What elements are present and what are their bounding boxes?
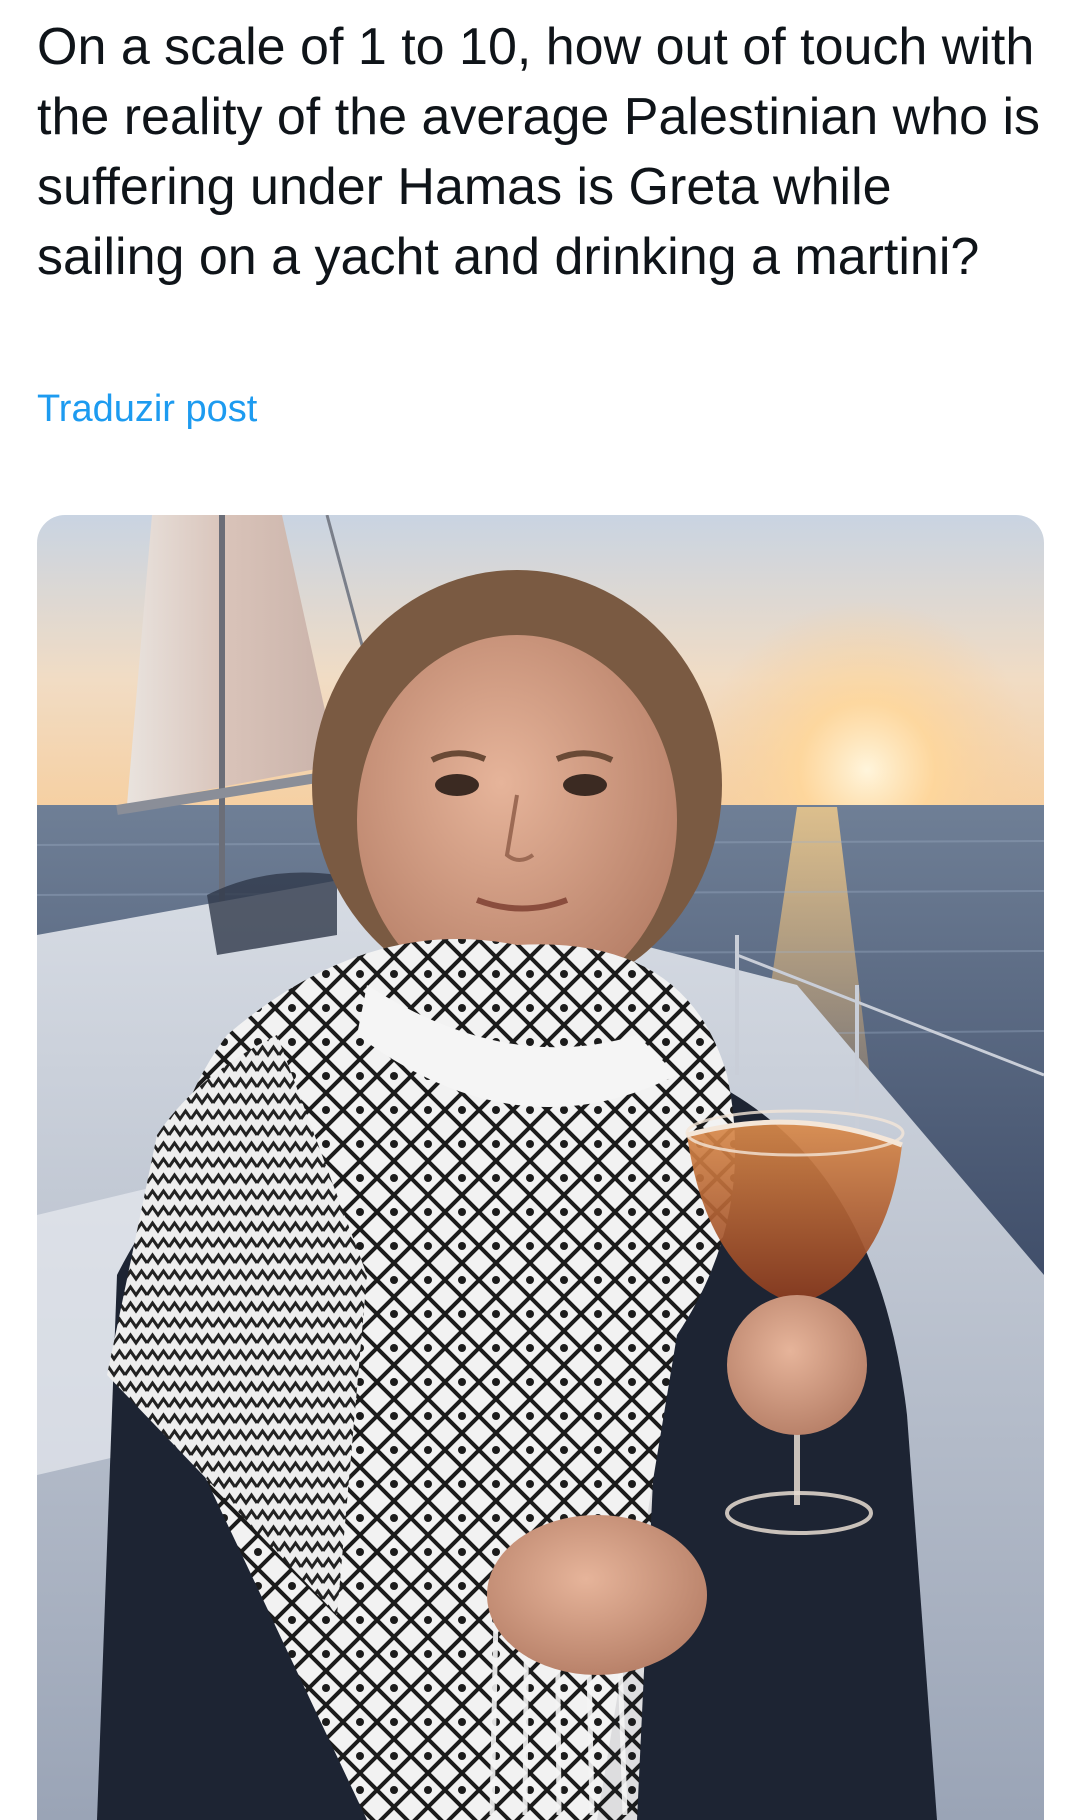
translate-post-link[interactable]: Traduzir post bbox=[37, 385, 257, 433]
post-media-photo[interactable] bbox=[37, 515, 1044, 1820]
post-text: On a scale of 1 to 10, how out of touch … bbox=[37, 18, 1041, 286]
